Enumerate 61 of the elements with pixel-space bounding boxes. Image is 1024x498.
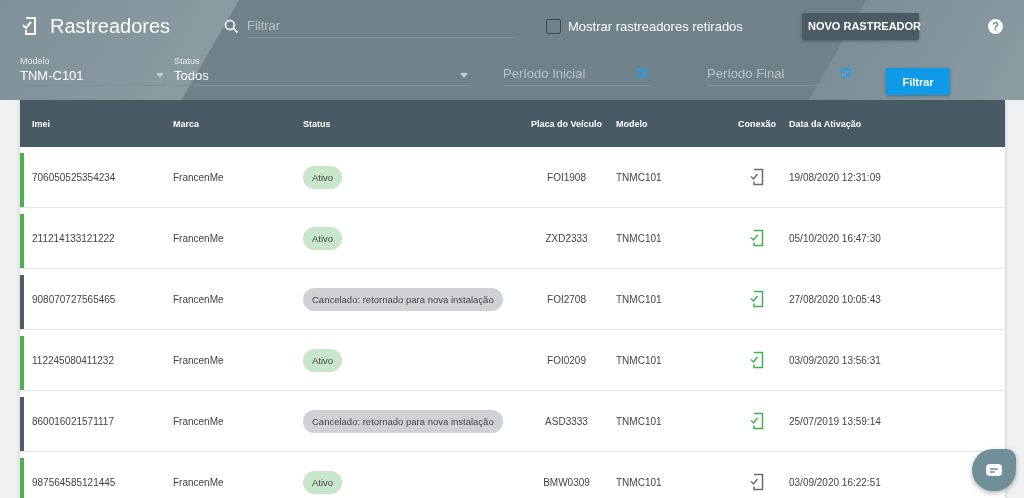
new-tracker-button[interactable]: NOVO RASTREADOR <box>802 12 919 40</box>
status-badge: Ativo <box>303 348 343 372</box>
column-header: Modelo <box>615 118 649 129</box>
checkbox[interactable] <box>546 18 561 34</box>
table-cell-text: 19/08/2020 12:31:09 <box>788 171 882 183</box>
table-cell-text: FrancenMe <box>173 415 225 427</box>
table-cell-text: FOI1908 <box>546 171 587 183</box>
model-select[interactable]: Modelo TNM-C101 <box>20 56 166 86</box>
checkbox-label: Mostrar rastreadores retirados <box>568 18 743 34</box>
table-cell-text: TNMC101 <box>615 171 663 183</box>
table-cell-text: 25/07/2019 13:59:14 <box>788 415 882 427</box>
table-cell-text: 211214133121222 <box>32 232 116 244</box>
table-cell-text: 03/09/2020 13:56:31 <box>788 354 882 366</box>
table-cell-text: 27/08/2020 10:05:43 <box>788 293 882 305</box>
caret-icon <box>156 73 164 78</box>
table-cell-text: TNMC101 <box>615 354 663 366</box>
status-badge: Ativo <box>303 226 343 250</box>
table-cell-text: TNMC101 <box>615 415 663 427</box>
table-cell-text: FrancenMe <box>173 476 225 488</box>
table-cell-text: 112245080411232 <box>32 354 115 366</box>
table-cell-text: TNMC101 <box>615 232 663 244</box>
column-header: Status <box>303 118 332 129</box>
status-badge: Ativo <box>303 470 343 494</box>
status-select[interactable]: Status Todos <box>174 56 470 86</box>
table-cell-text: FOI2708 <box>546 293 587 305</box>
table-cell-text: BMW0309 <box>542 476 591 488</box>
device-check-icon <box>22 16 38 36</box>
column-header: Conexão <box>737 118 777 129</box>
table-cell-text: 706050525354234 <box>32 171 117 183</box>
caret-icon <box>460 73 468 78</box>
table-cell-text: FrancenMe <box>173 354 225 366</box>
filter-button[interactable]: Filtrar <box>886 68 950 95</box>
status-badge: Ativo <box>303 165 343 189</box>
table-cell-text: ASD3333 <box>544 415 589 427</box>
column-header: Marca <box>173 118 200 129</box>
column-header: Imei <box>32 118 51 129</box>
page-title: Rastreadores <box>50 14 172 38</box>
table-cell-text: 05/10/2020 16:47:30 <box>788 232 882 244</box>
status-badge: Cancelado: retornado para nova instalação <box>303 287 503 311</box>
table-cell-text: ZXD2333 <box>544 232 589 244</box>
column-header: Placa do Veículo <box>530 118 603 129</box>
calendar-icon[interactable] <box>637 68 647 78</box>
column-header: Data da Ativação <box>788 118 863 129</box>
table-cell-text: FrancenMe <box>173 293 225 305</box>
end-date-field[interactable]: Período Final <box>707 62 855 86</box>
table-cell-text: 860016021571117 <box>32 415 115 427</box>
table-cell-text: FrancenMe <box>173 232 225 244</box>
chat-button[interactable] <box>972 449 1016 491</box>
table-cell-text: FOI0209 <box>546 354 587 366</box>
chat-icon <box>985 463 1003 477</box>
start-date-field[interactable]: Período Inicial <box>503 62 651 86</box>
search-icon <box>224 18 239 34</box>
search-field[interactable]: Filtrar <box>246 14 516 38</box>
status-badge: Cancelado: retornado para nova instalação <box>303 409 503 433</box>
table-cell-text: 03/09/2020 16:22:51 <box>788 476 882 488</box>
table-cell-text: TNMC101 <box>615 293 663 305</box>
table-cell-text: 987564585121445 <box>32 476 117 488</box>
table-cell-text: TNMC101 <box>615 476 663 488</box>
table-cell-text: FrancenMe <box>173 171 225 183</box>
help-icon[interactable]: ? <box>988 18 1003 34</box>
table-cell-text: 908070727565465 <box>32 293 117 305</box>
